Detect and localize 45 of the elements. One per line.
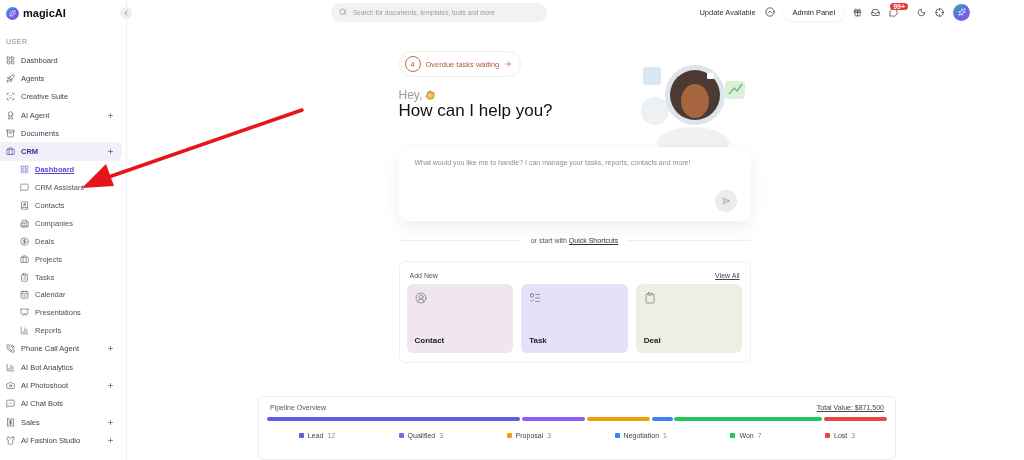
clipboard-icon [643,292,656,304]
contact-book-icon [20,201,29,210]
presentation-icon [20,308,29,318]
crosshair-icon[interactable] [935,7,944,17]
phone-icon [6,344,15,354]
search-icon [339,8,347,16]
bar-chart-icon [20,326,29,336]
avatar[interactable] [953,3,970,21]
collapse-button[interactable] [120,7,132,19]
building-icon [20,218,29,228]
logo-icon [6,6,19,20]
moon-icon[interactable] [917,7,926,17]
rocket-icon [6,73,15,83]
calendar-icon [20,290,29,300]
archive-icon [6,128,15,138]
briefcase-icon [6,147,15,157]
shortcut-tile[interactable]: Contact [406,284,514,353]
shirt-icon [6,435,15,445]
bar-chart-icon [6,362,15,372]
send-icon [721,197,730,205]
heading: How can I help you? [398,102,553,121]
greeting: Hey, [398,88,423,102]
arrow-right-icon [504,60,513,68]
clipboard-icon [20,272,29,282]
shortcut-tile[interactable]: Task [521,284,628,353]
user-icon [414,292,427,304]
dollar-icon [20,236,29,246]
messages-icon[interactable] [889,7,899,17]
logo-text: magicAI [23,7,66,19]
camera-icon [6,380,15,390]
briefcase-icon [20,254,29,264]
chat-icon [6,399,15,409]
grid-icon [20,165,29,175]
inbox-icon[interactable] [871,7,881,17]
list-icon [529,292,542,304]
chevron-left-icon [122,9,130,17]
award-icon [6,110,15,120]
shortcut-tile[interactable]: Deal [635,284,743,353]
chevron-up-icon[interactable] [764,7,775,17]
scan-face-icon [6,92,15,102]
gift-icon[interactable] [853,7,863,17]
waving-hand-icon [425,90,436,100]
grid-icon [6,55,15,65]
chat-icon [20,183,29,193]
receipt-icon [6,417,15,427]
